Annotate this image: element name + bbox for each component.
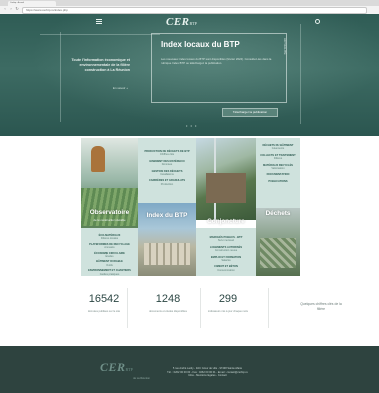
stat-divider bbox=[127, 288, 128, 328]
link-item[interactable]: LOGEMENTS AUTORISÉS Construction neuve bbox=[196, 246, 256, 253]
link-item[interactable]: ÉCO-MATÉRIAUX Filières locales bbox=[81, 234, 138, 241]
logo-suffix: BTP bbox=[189, 21, 197, 26]
right-links-panel: DÉCHETS DU BÂTIMENT Gisements COLLECTE ET… bbox=[256, 138, 300, 208]
buildings bbox=[144, 243, 190, 265]
link-item[interactable]: DOCUMENTATION bbox=[256, 173, 300, 176]
search-icon[interactable] bbox=[315, 19, 320, 24]
site-logo[interactable]: CERBTP bbox=[166, 16, 197, 28]
stats-caption: Quelques chiffres clés de la filière bbox=[300, 302, 342, 311]
menu-icon[interactable] bbox=[96, 19, 102, 24]
hero-download-button[interactable]: Télécharger la publication bbox=[222, 108, 278, 117]
footer-logo-tagline: de La Réunion bbox=[133, 377, 150, 380]
conjoncture-links-panel: MARCHÉS PUBLICS - BTP Suivi mensuel LOGEM… bbox=[196, 228, 256, 276]
hero-intro-link[interactable]: En savoir + bbox=[108, 86, 128, 90]
materials-pile bbox=[260, 238, 296, 268]
crane-jib bbox=[40, 34, 160, 35]
crane-mast-right bbox=[300, 24, 301, 124]
url-input[interactable]: https://www.cerbtp.re/index.php bbox=[22, 7, 367, 14]
stat-label: indicateurs mis à jour chaque mois bbox=[208, 310, 248, 313]
link-item[interactable]: ENVIRONNEMENT ET CHANTIERS Guides pratiqu… bbox=[81, 269, 138, 276]
footer-logo-text: CER bbox=[100, 360, 126, 374]
stat-value: 16542 bbox=[88, 293, 120, 305]
hero-intro: Toute l'information économique et enviro… bbox=[71, 58, 131, 72]
observatoire-links-panel: PRODUCTION DE DÉCHETS DE BTP Chiffres clé… bbox=[138, 138, 196, 203]
hero-side-label: ACTUALITÉ bbox=[283, 38, 287, 55]
stat-label: données publiées sur le site bbox=[87, 310, 121, 313]
link-item[interactable]: PUBLICATIONS bbox=[256, 180, 300, 183]
link-item[interactable]: MATÉRIAUX RECYCLÉS Valorisation bbox=[256, 164, 300, 171]
link-item[interactable]: CIMENT ET BÉTON Consommation bbox=[196, 265, 256, 272]
dechets-title[interactable]: Déchets bbox=[256, 210, 300, 217]
hero-description: Les nouveaux index locaux du BTP sont di… bbox=[161, 57, 272, 65]
link-item[interactable]: PLATEFORMES DE RECYCLAGE Annuaire bbox=[81, 243, 138, 250]
crane-mast bbox=[60, 32, 61, 122]
worker-figure bbox=[91, 146, 105, 172]
index-title[interactable]: Index du BTP bbox=[138, 212, 196, 219]
reload-icon[interactable]: ↻ bbox=[15, 7, 19, 11]
link-item[interactable]: EMPLOI ET FORMATION Salariés bbox=[196, 256, 256, 263]
link-item[interactable]: MARCHÉS PUBLICS - BTP Suivi mensuel bbox=[196, 236, 256, 243]
link-item[interactable]: BÂTIMENT DURABLE Outils bbox=[81, 260, 138, 267]
logo-text: CER bbox=[166, 16, 190, 28]
link-item[interactable]: GESTION DES DÉCHETS Installations bbox=[138, 170, 196, 177]
dechets-tile[interactable] bbox=[256, 208, 300, 276]
back-icon[interactable]: ‹ bbox=[3, 7, 7, 11]
hero-title: Index locaux du BTP bbox=[161, 40, 240, 49]
observatoire-subtitle: de la construction durable bbox=[93, 218, 126, 222]
footer-info: 5 rue André Lardy - ZAC Cœur de ville - … bbox=[150, 367, 265, 378]
stat-value: 1248 bbox=[155, 293, 181, 305]
stat-value: 299 bbox=[218, 293, 238, 305]
footer-legal[interactable]: Infos - Mentions légales - Contact bbox=[150, 374, 265, 378]
building-facade bbox=[206, 173, 246, 203]
link-item[interactable]: CARRIÈRES ET GRANULATS Production bbox=[138, 179, 196, 186]
observatoire-title[interactable]: Observatoire bbox=[83, 209, 136, 216]
footer-logo-suffix: BTP bbox=[125, 367, 133, 372]
link-item[interactable]: COLLECTE ET TRAITEMENT Filières bbox=[256, 154, 300, 161]
link-item[interactable]: GISEMENT DES MATÉRIAUX Données bbox=[138, 160, 196, 167]
forward-icon[interactable]: › bbox=[9, 7, 13, 11]
observatoire-bottom-links: ÉCO-MATÉRIAUX Filières locales PLATEFORME… bbox=[81, 228, 138, 276]
stat-divider bbox=[268, 288, 269, 328]
conjoncture-title[interactable]: Conjoncture bbox=[196, 218, 256, 225]
stat-label: documents et études disponibles bbox=[149, 310, 187, 313]
slider-dots[interactable]: • • • bbox=[186, 123, 197, 128]
link-item[interactable]: PRODUCTION DE DÉCHETS DE BTP Chiffres clé… bbox=[138, 150, 196, 157]
footer-logo[interactable]: CERBTP bbox=[100, 360, 133, 375]
conjoncture-tile[interactable] bbox=[196, 138, 256, 220]
link-item[interactable]: DÉCHETS DU BÂTIMENT Gisements bbox=[256, 144, 300, 151]
link-item[interactable]: ÉCONOMIE CIRCULAIRE Études bbox=[81, 252, 138, 259]
